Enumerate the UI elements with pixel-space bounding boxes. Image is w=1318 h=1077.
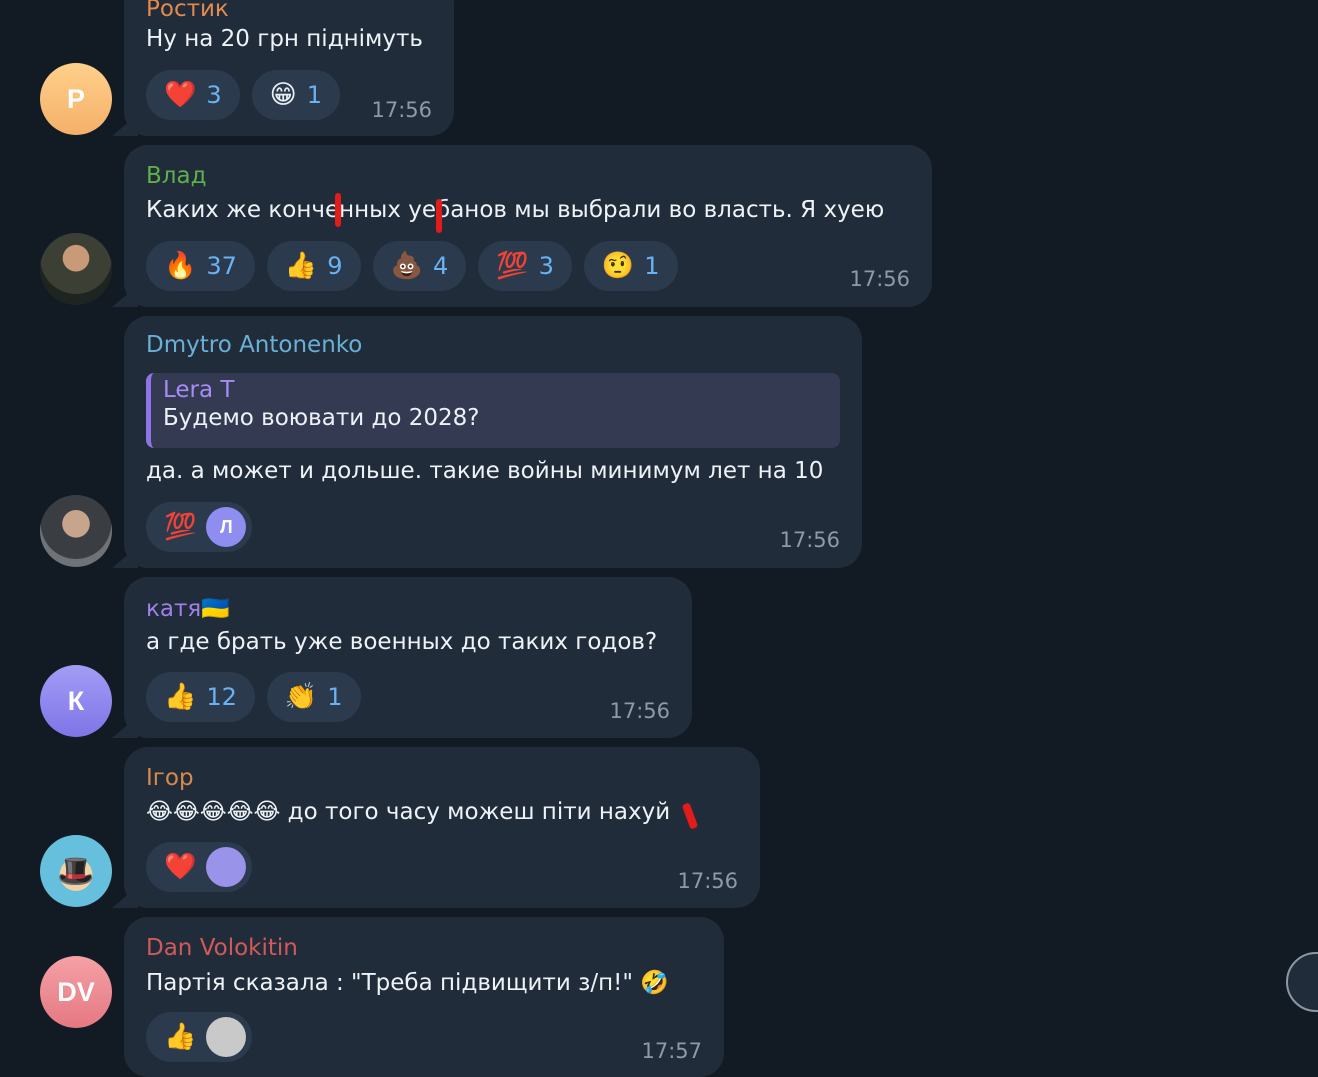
reactor-avatar (206, 1017, 247, 1057)
censor-mark (681, 802, 699, 830)
message-bubble[interactable]: Dmytro Antonenko Lera T Будемо воювати д… (112, 316, 862, 568)
message-time: 17:57 (641, 1039, 702, 1063)
reaction-fire[interactable]: 🔥 37 (146, 241, 255, 291)
reactions: ❤️ (146, 842, 253, 892)
cartoon-avatar: 🎩 (57, 854, 95, 888)
poop-icon: 💩 (390, 251, 423, 281)
avatar[interactable]: 🎩 (40, 835, 112, 907)
sender-name[interactable]: Ростик (146, 0, 229, 22)
reaction-poop[interactable]: 💩 4 (372, 241, 467, 291)
heart-icon: ❤️ (164, 80, 197, 110)
reactions: 👍 (146, 1012, 253, 1062)
message-text: Партія сказала : "Треба підвищити з/п!" … (146, 970, 669, 996)
clapping-hands-icon: 👏 (284, 682, 318, 712)
message-text: а где брать уже военных до таких годов? (146, 629, 658, 655)
reaction-hundred[interactable]: 💯 Л (146, 502, 253, 552)
fire-icon: 🔥 (164, 251, 197, 281)
sender-name[interactable]: Ігор (146, 765, 194, 791)
reactions: 🔥 37 👍 9 💩 4 💯 3 🤨 1 (146, 241, 678, 291)
thumbs-up-icon: 👍 (164, 1022, 197, 1052)
sender-name[interactable]: Dan Volokitin (146, 935, 298, 961)
scroll-down-button[interactable] (1286, 952, 1318, 1012)
message-text: 😂😂😂😂😂 до того часу можеш піти нахуй (146, 799, 671, 825)
reactions: 💯 Л (146, 502, 253, 552)
reply-text: Будемо воювати до 2028? (163, 405, 480, 431)
avatar[interactable]: DV (40, 956, 112, 1028)
message-bubble[interactable]: Ігор 😂😂😂😂😂 до того часу можеш піти нахуй… (112, 747, 760, 908)
message-bubble[interactable]: катя🇺🇦 а где брать уже военных до таких … (112, 577, 692, 738)
message-time: 17:56 (779, 528, 840, 552)
reply-author: Lera T (163, 377, 235, 403)
reaction-heart[interactable]: ❤️ 3 (146, 70, 240, 120)
censor-mark (436, 199, 442, 233)
message-bubble[interactable]: Dan Volokitin Партія сказала : "Треба пі… (124, 917, 724, 1077)
censor-mark (335, 193, 341, 227)
heart-icon: ❤️ (164, 852, 197, 882)
reaction-thumbs-up[interactable]: 👍 9 (266, 241, 361, 291)
reactions: 👍 12 👏 1 (146, 672, 361, 722)
message-time: 17:56 (609, 699, 670, 723)
reaction-grin[interactable]: 😁 1 (251, 70, 341, 120)
message-text: да. а может и дольше. такие войны миниму… (146, 458, 824, 484)
reaction-clap[interactable]: 👏 1 (266, 672, 361, 722)
message-bubble[interactable]: Ростик Ну на 20 грн піднімуть ❤️ 3 😁 1 1… (112, 0, 454, 136)
reaction-hundred[interactable]: 💯 3 (478, 241, 572, 291)
reactor-avatar: Л (206, 507, 247, 547)
avatar[interactable] (40, 233, 112, 305)
sender-name[interactable]: Влад (146, 163, 206, 189)
sender-name[interactable]: катя🇺🇦 (146, 595, 230, 622)
reactions: ❤️ 3 😁 1 (146, 70, 341, 120)
avatar[interactable]: К (40, 665, 112, 737)
message-time: 17:56 (677, 869, 738, 893)
reply-quote[interactable]: Lera T Будемо воювати до 2028? (146, 373, 840, 448)
hundred-points-icon: 💯 (164, 512, 197, 542)
thumbs-up-icon: 👍 (284, 251, 318, 281)
message-text: Каких же конченных уебанов мы выбрали во… (146, 197, 885, 223)
reaction-thumbs-up[interactable]: 👍 12 (146, 672, 255, 722)
avatar[interactable]: Р (40, 63, 112, 135)
message-time: 17:56 (849, 267, 910, 291)
message-time: 17:56 (371, 98, 432, 122)
avatar[interactable] (40, 495, 112, 567)
thumbs-up-icon: 👍 (164, 682, 197, 712)
hundred-points-icon: 💯 (496, 251, 529, 281)
message-text: Ну на 20 грн піднімуть (146, 26, 423, 52)
message-bubble[interactable]: Влад Каких же конченных уебанов мы выбра… (112, 145, 932, 307)
sender-name[interactable]: Dmytro Antonenko (146, 332, 362, 358)
reactor-avatar (206, 847, 247, 887)
raised-eyebrow-icon: 🤨 (601, 251, 635, 281)
reaction-heart[interactable]: ❤️ (146, 842, 253, 892)
grin-face-icon: 😁 (269, 80, 297, 110)
reaction-thumbs-up[interactable]: 👍 (146, 1012, 253, 1062)
reaction-eyebrow[interactable]: 🤨 1 (583, 241, 678, 291)
